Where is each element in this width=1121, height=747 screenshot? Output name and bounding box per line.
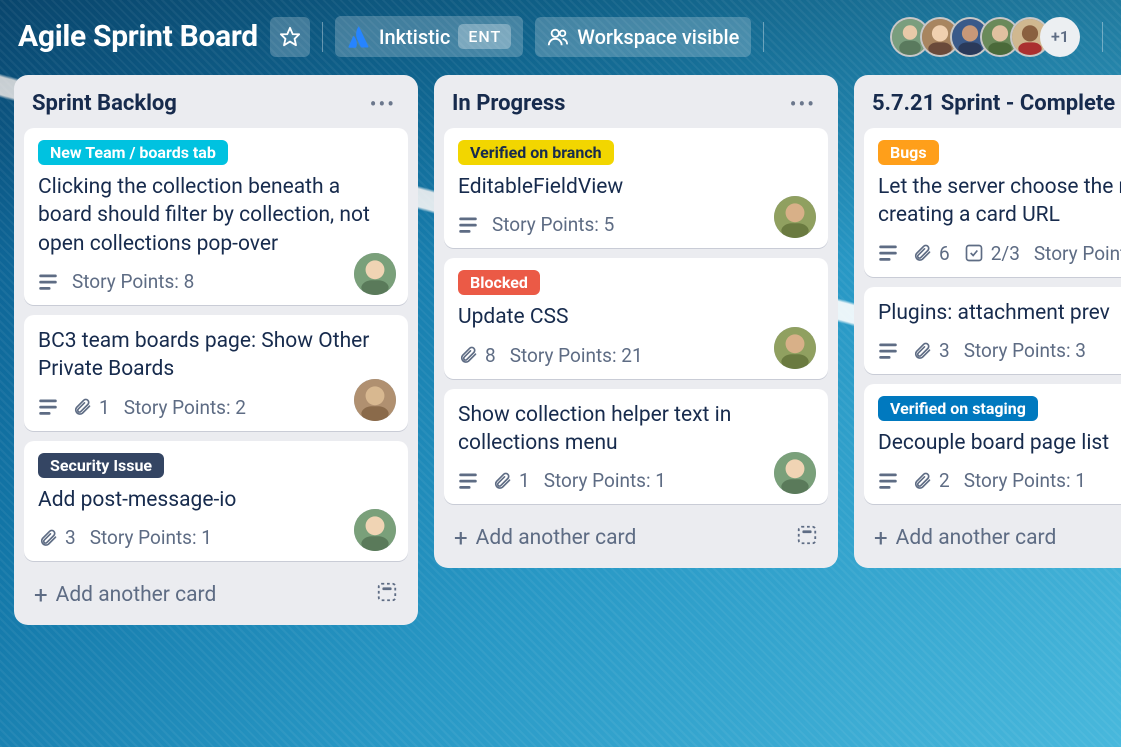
divider (1102, 22, 1103, 52)
card-title: Let the server choose the name when crea… (878, 173, 1121, 230)
card-template-icon[interactable] (376, 581, 398, 609)
story-points-badge: Story Points: 1 (90, 526, 212, 549)
attachments-badge: 3 (912, 339, 950, 362)
plus-icon: + (874, 524, 888, 552)
visibility-label: Workspace visible (577, 25, 739, 49)
workspace-name: Inktistic (379, 25, 450, 49)
card-title: BC3 team boards page: Show Other Private… (38, 327, 394, 384)
member-avatars: +1 (900, 17, 1080, 57)
star-board-button[interactable] (270, 17, 310, 57)
card-badges: 3 Story Points: 3 (878, 339, 1121, 362)
card[interactable]: BC3 team boards page: Show Other Private… (24, 315, 408, 431)
card-title: Add post-message-io (38, 486, 394, 514)
add-card-button[interactable]: +Add another card (24, 571, 408, 615)
card-badges: 3 Story Points: 1 (38, 526, 394, 549)
story-points-badge: Story Points: 8 (72, 270, 194, 293)
description-icon (878, 243, 898, 263)
list-title[interactable]: 5.7.21 Sprint - Complete (872, 91, 1115, 116)
story-points-badge: Story Points: 1 (964, 469, 1086, 492)
card-title: Show collection helper text in collectio… (458, 401, 814, 458)
card-badges: 1 Story Points: 1 (458, 469, 814, 492)
card-member-avatar[interactable] (354, 379, 396, 421)
attachments-badge: 6 (912, 242, 950, 265)
card-label: Bugs (878, 140, 939, 165)
list-header: Sprint Backlog ••• (24, 87, 408, 118)
card-badges: 1 Story Points: 2 (38, 396, 394, 419)
visibility-button[interactable]: Workspace visible (535, 17, 751, 57)
card-member-avatar[interactable] (354, 509, 396, 551)
list-header: In Progress ••• (444, 87, 828, 118)
people-icon (547, 26, 569, 48)
attachments-badge: 8 (458, 344, 496, 367)
card[interactable]: Blocked Update CSS 8 Story Points: 21 (444, 258, 828, 378)
attachments-badge: 1 (492, 469, 530, 492)
card-label: Blocked (458, 270, 540, 295)
story-points-badge: Story Points: (1034, 242, 1121, 265)
story-points-badge: Story Points: 2 (124, 396, 246, 419)
description-icon (458, 471, 478, 491)
description-icon (878, 341, 898, 361)
card-badges: 2 Story Points: 1 (878, 469, 1121, 492)
card-title: Clicking the collection beneath a board … (38, 173, 394, 258)
workspace-tier-badge: ENT (458, 24, 511, 49)
atlassian-icon (347, 25, 371, 49)
card-badges: Story Points: 5 (458, 213, 814, 236)
card[interactable]: Show collection helper text in collectio… (444, 389, 828, 505)
board-canvas[interactable]: Sprint Backlog ••• New Team / boards tab Cl… (0, 71, 1121, 645)
description-icon (458, 215, 478, 235)
card-label: Verified on staging (878, 396, 1038, 421)
story-points-badge: Story Points: 3 (964, 339, 1086, 362)
card-label: Verified on branch (458, 140, 614, 165)
list: Sprint Backlog ••• New Team / boards tab Cl… (14, 75, 418, 625)
list-menu-button[interactable]: ••• (786, 92, 820, 116)
add-card-button[interactable]: +Add another card (864, 514, 1121, 558)
list: In Progress ••• Verified on branch Editable… (434, 75, 838, 568)
card-member-avatar[interactable] (354, 253, 396, 295)
description-icon (38, 397, 58, 417)
attachments-badge: 1 (72, 396, 110, 419)
member-overflow-button[interactable]: +1 (1040, 17, 1080, 57)
card-member-avatar[interactable] (774, 327, 816, 369)
description-icon (878, 471, 898, 491)
story-points-badge: Story Points: 5 (492, 213, 614, 236)
plus-icon: + (454, 524, 468, 552)
card-title: Update CSS (458, 303, 814, 331)
list-menu-button[interactable]: ••• (366, 92, 400, 116)
card-badges: Story Points: 8 (38, 270, 394, 293)
star-icon (279, 26, 301, 48)
description-icon (38, 272, 58, 292)
card[interactable]: Verified on staging Decouple board page l… (864, 384, 1121, 504)
divider (763, 22, 764, 52)
card-title: Decouple board page list (878, 429, 1121, 457)
story-points-badge: Story Points: 1 (544, 469, 666, 492)
board-header: Agile Sprint Board Inktistic ENT Workspa… (0, 0, 1121, 71)
card[interactable]: Verified on branch EditableFieldView Story… (444, 128, 828, 248)
list-header: 5.7.21 Sprint - Complete (864, 87, 1121, 118)
card[interactable]: New Team / boards tab Clicking the collec… (24, 128, 408, 305)
list-title[interactable]: In Progress (452, 91, 565, 116)
card[interactable]: Bugs Let the server choose the name when … (864, 128, 1121, 277)
card-label: New Team / boards tab (38, 140, 228, 165)
add-card-button[interactable]: +Add another card (444, 514, 828, 558)
list-title[interactable]: Sprint Backlog (32, 91, 177, 116)
card-title: EditableFieldView (458, 173, 814, 201)
card[interactable]: Security Issue Add post-message-io 3 Story … (24, 441, 408, 561)
story-points-badge: Story Points: 21 (510, 344, 643, 367)
checklist-badge: 2/3 (964, 242, 1020, 265)
card-label: Security Issue (38, 453, 164, 478)
card-badges: 6 2/3 Story Points: (878, 242, 1121, 265)
divider (322, 22, 323, 52)
card[interactable]: Plugins: attachment prev 3 Story Points: 3 (864, 287, 1121, 374)
plus-icon: + (34, 581, 48, 609)
attachments-badge: 2 (912, 469, 950, 492)
card-template-icon[interactable] (796, 524, 818, 552)
list: 5.7.21 Sprint - Complete Bugs Let the serv… (854, 75, 1121, 568)
attachments-badge: 3 (38, 526, 76, 549)
card-badges: 8 Story Points: 21 (458, 344, 814, 367)
card-title: Plugins: attachment prev (878, 299, 1121, 327)
workspace-button[interactable]: Inktistic ENT (335, 16, 523, 57)
board-title[interactable]: Agile Sprint Board (18, 19, 258, 54)
